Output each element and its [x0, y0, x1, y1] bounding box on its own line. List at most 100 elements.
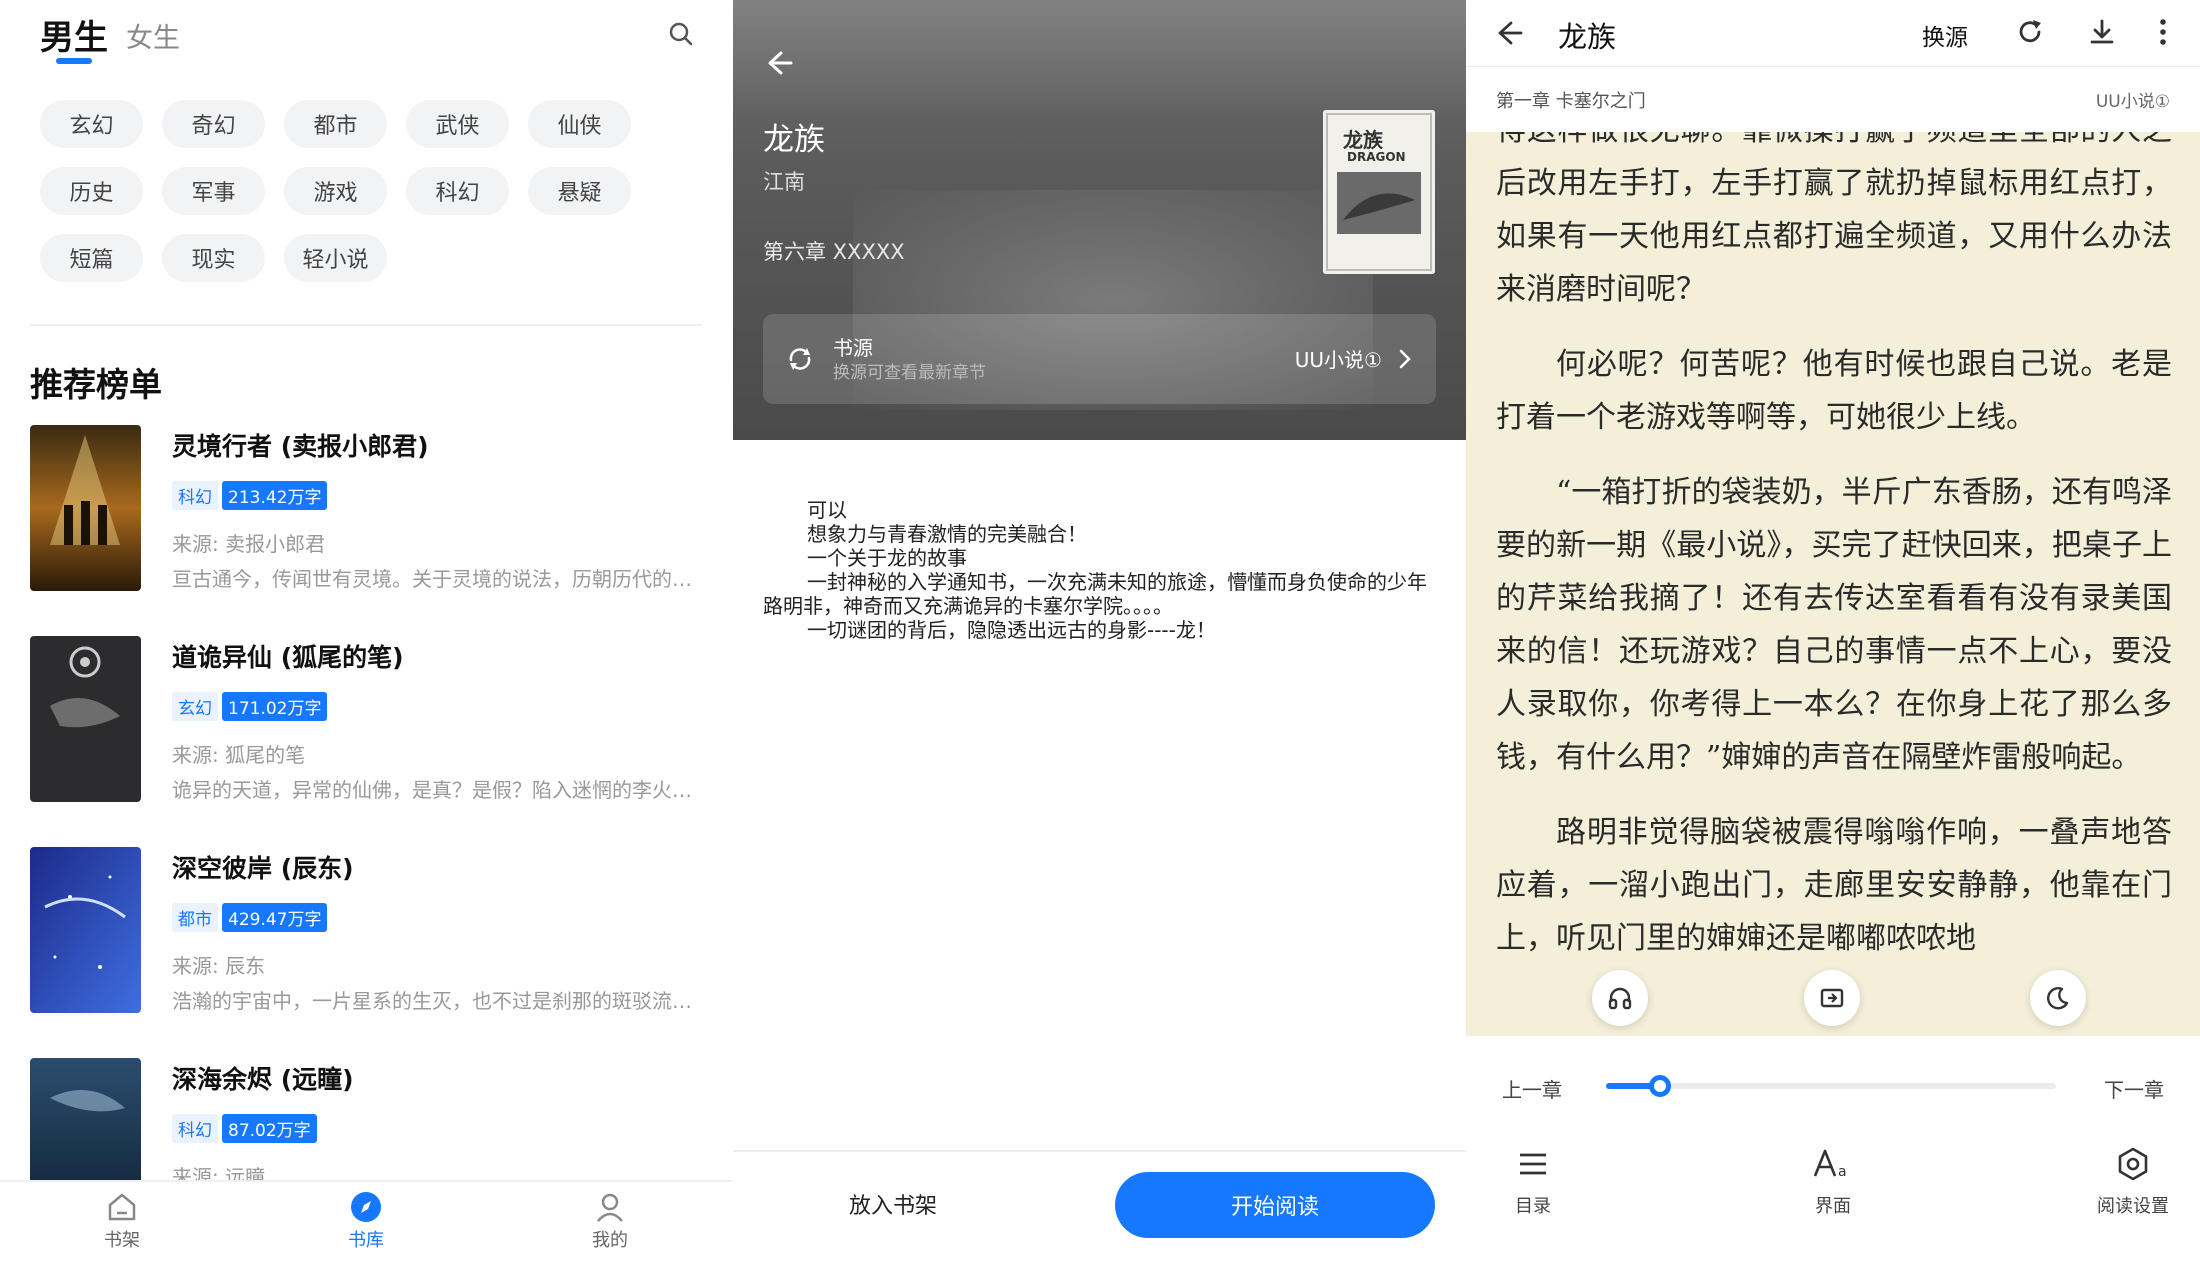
ui-button[interactable]: a 界面: [1778, 1146, 1888, 1218]
section-title: 推荐榜单: [30, 365, 162, 404]
category-chip[interactable]: 军事: [162, 167, 265, 215]
paragraph: 何必呢？何苦呢？他有时候也跟自己说。老是打着一个老游戏等啊等，可她很少上线。: [1496, 347, 2172, 435]
book-desc: 亘古通今，传闻世有灵境。关于灵境的说法，历朝历代的…: [172, 567, 692, 591]
next-chapter-button[interactable]: 下一章: [2104, 1074, 2164, 1103]
reading-text: 得这样做很无聊。靠微操打赢了频道里全部的人之后改用左手打，左手打赢了就扔掉鼠标用…: [1496, 132, 2172, 987]
category-chip[interactable]: 仙侠: [528, 100, 631, 148]
user-icon: [597, 1193, 623, 1222]
nav-shelf[interactable]: 书架: [82, 1190, 162, 1252]
category-list: 玄幻 奇幻 都市 武侠 仙侠 历史 军事 游戏 科幻 悬疑 短篇 现实 轻小说: [40, 100, 680, 282]
reader-title: 龙族: [1558, 20, 1617, 54]
nav-library-label: 书库: [348, 1230, 384, 1251]
category-chip[interactable]: 短篇: [40, 234, 143, 282]
book-item[interactable]: 灵境行者 (卖报小郎君) 科幻 213.42万字 来源: 卖报小郎君 亘古通今，传…: [30, 425, 710, 636]
font-icon: a: [1813, 1149, 1847, 1180]
more-vert-icon[interactable]: [2156, 16, 2170, 52]
reader-panel: 龙族 换源 第一章 卡塞尔之门 UU小说① 得这样做很无聊。靠微操打赢了频道里全…: [1466, 0, 2200, 1262]
book-source: 来源: 狐尾的笔: [172, 743, 306, 767]
paragraph: 路明非觉得脑袋被震得嗡嗡作响，一叠声地答应着，一溜小跑出门，走廊里安安静静，他靠…: [1496, 815, 2172, 956]
category-chip[interactable]: 科幻: [406, 167, 509, 215]
headphones-icon[interactable]: [1592, 970, 1648, 1026]
book-title: 灵境行者 (卖报小郎君): [172, 432, 429, 461]
category-chip[interactable]: 悬疑: [528, 167, 631, 215]
home-icon: [108, 1193, 136, 1221]
category-chip[interactable]: 轻小说: [284, 234, 387, 282]
cover-subtitle: DRAGON: [1347, 150, 1406, 164]
book-author: 江南: [763, 170, 805, 194]
category-chip[interactable]: 历史: [40, 167, 143, 215]
source-switcher[interactable]: 书源 换源可查看最新章节 UU小说①: [763, 314, 1436, 404]
tab-male[interactable]: 男生: [40, 10, 108, 59]
nav-mine[interactable]: 我的: [570, 1190, 650, 1252]
book-title: 深空彼岸 (辰东): [172, 854, 354, 883]
book-cover: [30, 847, 141, 1013]
start-reading-button[interactable]: 开始阅读: [1115, 1172, 1435, 1238]
book-item[interactable]: 道诡异仙 (狐尾的笔) 玄幻 171.02万字 来源: 狐尾的笔 诡异的天道，异常…: [30, 636, 710, 847]
book-source: 来源: 卖报小郎君: [172, 532, 326, 556]
bottom-nav: 书架 书库 我的: [0, 1180, 733, 1262]
category-badge: 科幻: [172, 481, 218, 510]
book-title: 道诡异仙 (狐尾的笔): [172, 643, 404, 672]
chevron-right-icon: [1399, 349, 1411, 369]
book-cover: [30, 425, 141, 591]
category-badge: 科幻: [172, 1114, 218, 1143]
search-icon[interactable]: [665, 18, 697, 50]
category-chip[interactable]: 武侠: [406, 100, 509, 148]
add-to-shelf-button[interactable]: 放入书架: [813, 1176, 973, 1232]
category-chip[interactable]: 现实: [162, 234, 265, 282]
progress-slider[interactable]: [1606, 1075, 2056, 1097]
category-chip[interactable]: 游戏: [284, 167, 387, 215]
reading-page[interactable]: 得这样做很无聊。靠微操打赢了频道里全部的人之后改用左手打，左手打赢了就扔掉鼠标用…: [1466, 132, 2200, 1036]
progress-knob[interactable]: [1649, 1075, 1671, 1097]
prev-chapter-button[interactable]: 上一章: [1502, 1074, 1562, 1103]
book-list: 灵境行者 (卖报小郎君) 科幻 213.42万字 来源: 卖报小郎君 亘古通今，传…: [30, 425, 710, 1262]
book-cover: [30, 636, 141, 802]
divider: [733, 1150, 1466, 1152]
category-chip[interactable]: 玄幻: [40, 100, 143, 148]
wordcount-badge: 171.02万字: [222, 692, 328, 721]
wordcount-badge: 87.02万字: [222, 1114, 317, 1143]
paragraph: “一箱打折的袋装奶，半斤广东香肠，还有鸣泽要的新一期《最小说》，买完了赶快回来，…: [1496, 475, 2172, 775]
svg-text:a: a: [1838, 1164, 1847, 1180]
nav-library[interactable]: 书库: [326, 1190, 406, 1252]
book-source: 来源: 辰东: [172, 954, 266, 978]
tab-indicator: [56, 58, 92, 64]
synopsis-line: 想象力与青春激情的完美融合！: [807, 522, 1087, 546]
change-source-button[interactable]: 换源: [1922, 18, 1968, 52]
book-title: 深海余烬 (远瞳): [172, 1065, 354, 1094]
synopsis: 可以 想象力与青春激情的完美融合！ 一个关于龙的故事 一封神秘的入学通知书，一次…: [763, 498, 1443, 642]
chapter-title: 第一章 卡塞尔之门: [1496, 91, 1646, 112]
reading-settings-button[interactable]: 阅读设置: [2078, 1146, 2188, 1218]
toc-label: 目录: [1515, 1196, 1551, 1217]
toc-button[interactable]: 目录: [1478, 1146, 1588, 1218]
latest-chapter: 第六章 XXXXX: [763, 240, 905, 264]
autopage-icon[interactable]: [1804, 970, 1860, 1026]
detail-header: 龙族 江南 第六章 XXXXX 龙族 DRAGON 书源 换源可查看最新章节 U…: [733, 0, 1466, 440]
category-badge: 都市: [172, 903, 218, 932]
book-item[interactable]: 深空彼岸 (辰东) 都市 429.47万字 来源: 辰东 浩瀚的宇宙中，一片星系的…: [30, 847, 710, 1058]
source-name: UU小说①: [2095, 92, 2170, 112]
synopsis-line: 一个关于龙的故事: [807, 546, 967, 570]
category-chip[interactable]: 奇幻: [162, 100, 265, 148]
source-label: 书源: [833, 336, 873, 360]
download-icon[interactable]: [2086, 16, 2118, 52]
reader-toolbar: 龙族 换源: [1466, 0, 2200, 66]
book-cover: 龙族 DRAGON: [1323, 110, 1435, 274]
book-title: 龙族: [763, 122, 825, 158]
book-desc: 诡异的天道，异常的仙佛，是真？是假？陷入迷惘的李火…: [172, 778, 692, 802]
category-chip[interactable]: 都市: [284, 100, 387, 148]
book-desc: 浩瀚的宇宙中，一片星系的生灭，也不过是刹那的斑驳流…: [172, 989, 692, 1013]
category-badge: 玄幻: [172, 692, 218, 721]
detail-panel: 龙族 江南 第六章 XXXXX 龙族 DRAGON 书源 换源可查看最新章节 U…: [733, 0, 1466, 1262]
refresh-icon: [789, 348, 811, 370]
menu-icon: [1520, 1153, 1546, 1175]
synopsis-line: 一切谜团的背后，隐隐透出远古的身影----龙！: [807, 618, 1216, 642]
tab-female[interactable]: 女生: [126, 16, 180, 55]
wordcount-badge: 429.47万字: [222, 903, 328, 932]
settings-label: 阅读设置: [2097, 1196, 2169, 1217]
wordcount-badge: 213.42万字: [222, 481, 328, 510]
night-mode-icon[interactable]: [2030, 970, 2086, 1026]
back-arrow-icon[interactable]: [761, 46, 795, 84]
back-arrow-icon[interactable]: [1492, 16, 1526, 54]
refresh-icon[interactable]: [2014, 16, 2046, 52]
